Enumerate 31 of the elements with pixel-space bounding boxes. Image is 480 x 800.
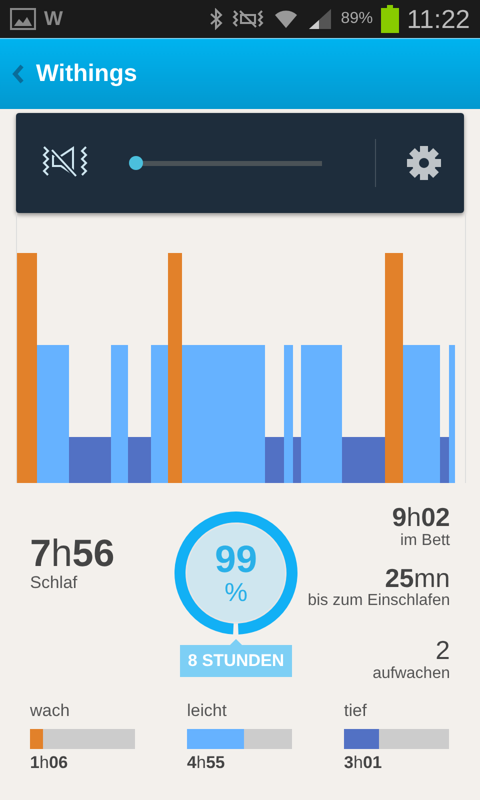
phase-duration: 3h01 — [344, 753, 383, 773]
phase-duration: 4h55 — [187, 753, 226, 773]
detail-label: im Bett — [400, 532, 450, 550]
app-notification-letter: W — [44, 8, 63, 30]
vibrate-mute-icon — [230, 9, 265, 29]
phase-label: leicht — [187, 701, 228, 721]
clock: 11:22 — [406, 4, 470, 34]
settings-icon[interactable] — [406, 145, 442, 181]
slider-thumb[interactable] — [129, 156, 143, 170]
vibrate-mute-icon[interactable] — [40, 146, 90, 180]
bluetooth-icon — [208, 8, 223, 30]
picture-icon — [10, 8, 36, 30]
score-unit: % — [224, 579, 248, 605]
detail-value: 25mn — [384, 564, 450, 592]
phase-label: tief — [344, 701, 368, 721]
sleep-label: Schlaf — [30, 573, 78, 593]
battery-icon — [380, 5, 399, 33]
detail-label: aufwachen — [372, 664, 450, 683]
detail-value: 2 — [436, 636, 450, 665]
badge-pointer — [230, 639, 242, 645]
phase-label: wach — [30, 701, 71, 721]
signal-icon — [306, 8, 333, 30]
battery-percent: 89% — [340, 10, 373, 28]
sleep-duration: 7h56 — [30, 535, 116, 573]
score-value: 99 — [214, 541, 258, 579]
goal-badge: 8 STUNDEN — [180, 645, 292, 677]
detail-label: bis zum Einschlafen — [308, 592, 450, 610]
wifi-icon — [272, 8, 299, 30]
detail-value: 9h02 — [392, 503, 450, 532]
phase-duration: 1h06 — [30, 753, 69, 773]
app-title: Withings — [36, 60, 138, 88]
